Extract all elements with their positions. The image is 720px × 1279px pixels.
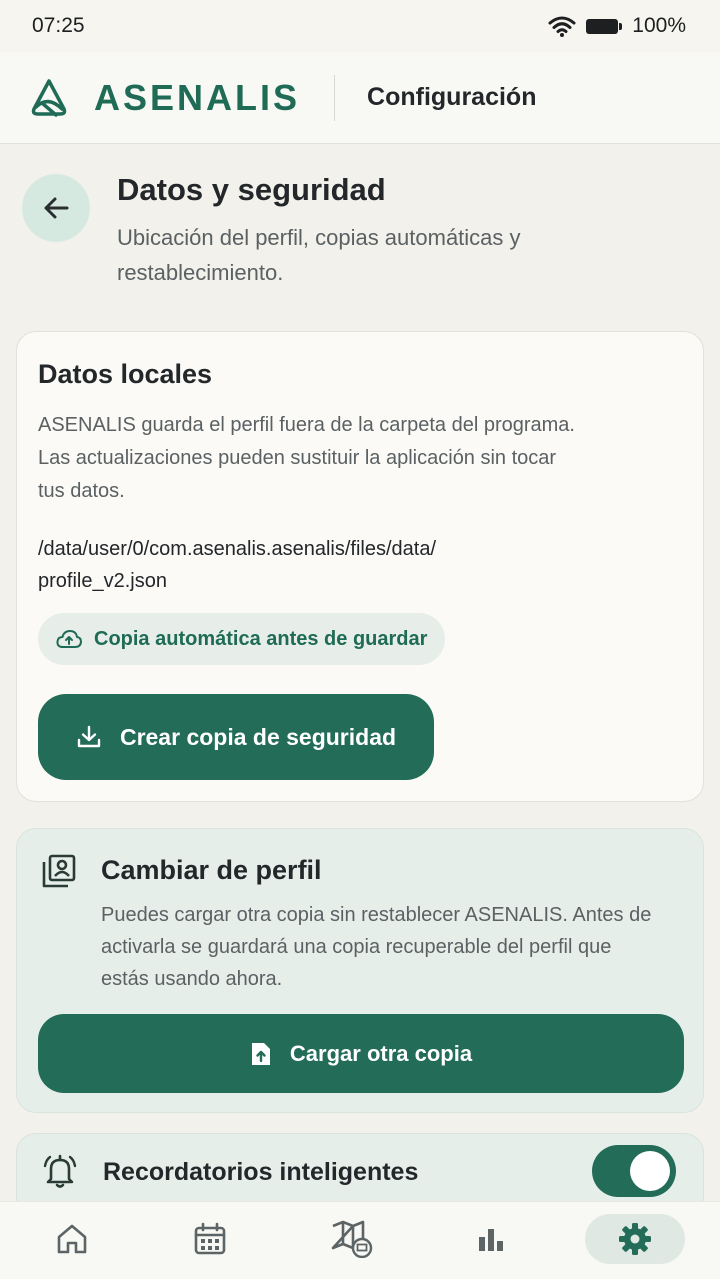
brand-name: ASENALIS [94, 76, 301, 118]
map-icon [331, 1220, 373, 1258]
page-subtitle: Ubicación del perfil, copias automáticas… [117, 225, 521, 285]
local-data-description: ASENALIS guarda el perfil fuera de la ca… [38, 414, 575, 502]
auto-backup-label: Copia automática antes de guardar [94, 627, 428, 650]
settings-icon [619, 1223, 651, 1255]
profile-path-line: /data/user/0/com.asenalis.asenalis/files… [38, 538, 436, 560]
logo-icon [31, 78, 67, 117]
battery-level: 100% [632, 14, 686, 37]
bottom-navigation [0, 1201, 720, 1279]
header-section-title: Configuración [367, 83, 537, 111]
wifi-icon [548, 16, 576, 37]
switch-profile-description: Puedes cargar otra copia sin restablecer… [101, 904, 652, 990]
arrow-left-icon [44, 197, 69, 219]
create-backup-label: Crear copia de seguridad [119, 723, 397, 750]
nav-stats[interactable] [441, 1214, 541, 1264]
status-icons: 100% [548, 14, 686, 38]
stats-icon [479, 1229, 503, 1251]
nav-settings[interactable] [585, 1214, 685, 1264]
create-backup-button[interactable]: Crear copia de seguridad [38, 694, 434, 780]
file-upload-icon [251, 1042, 270, 1065]
reminders-toggle[interactable] [592, 1145, 676, 1197]
nav-calendar[interactable] [160, 1214, 260, 1264]
profile-path-line: profile_v2.json [38, 570, 167, 592]
calendar-icon [194, 1222, 226, 1255]
auto-backup-chip: Copia automática antes de guardar [38, 613, 446, 665]
home-icon [57, 1224, 87, 1254]
local-data-card: Datos locales ASENALIS guarda el perfil … [16, 331, 704, 802]
download-icon [77, 725, 101, 748]
back-button[interactable] [22, 174, 90, 242]
status-bar: 07:25 100% [0, 0, 720, 52]
switch-profile-title: Cambiar de perfil [101, 855, 322, 885]
profile-switch-icon [42, 854, 76, 888]
toggle-knob [630, 1151, 670, 1191]
cloud-upload-icon [56, 630, 82, 648]
switch-profile-card: Cambiar de perfil Puedes cargar otra cop… [16, 828, 704, 1113]
header-divider [334, 74, 336, 121]
load-copy-label: Cargar otra copia [289, 1040, 473, 1066]
status-time: 07:25 [32, 14, 85, 37]
load-copy-button[interactable]: Cargar otra copia [38, 1014, 684, 1093]
bell-icon [43, 1154, 77, 1188]
profile-path: /data/user/0/com.asenalis.asenalis/files… [38, 533, 658, 597]
battery-icon [586, 18, 623, 34]
app-header: ASENALIS Configuración [0, 52, 720, 144]
nav-map[interactable] [302, 1214, 402, 1264]
local-data-title: Datos locales [38, 359, 213, 389]
page-title: Datos y seguridad [117, 172, 386, 207]
brand-logo: ASENALIS [28, 77, 300, 119]
nav-home[interactable] [22, 1214, 122, 1264]
reminders-title: Recordatorios inteligentes [103, 1158, 419, 1186]
